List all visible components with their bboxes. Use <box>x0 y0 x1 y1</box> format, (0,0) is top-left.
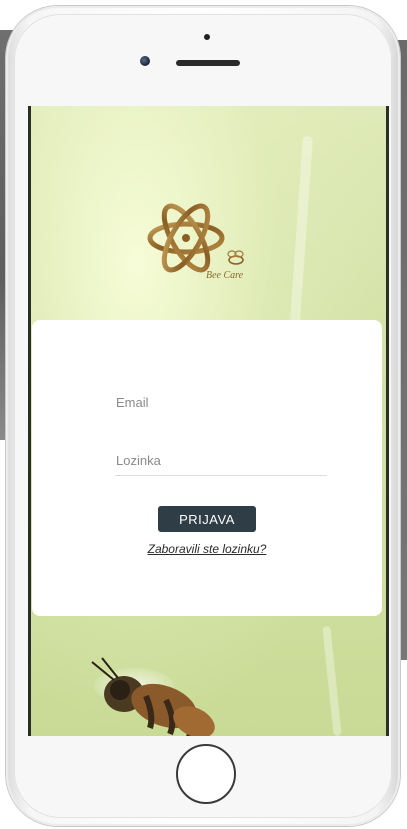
password-field[interactable] <box>115 446 327 476</box>
login-button[interactable]: PRIJAVA <box>158 506 256 532</box>
screen-edge-left <box>28 106 31 736</box>
login-card: PRIJAVA Zaboravili ste lozinku? <box>32 320 382 616</box>
bee-icon <box>91 657 215 736</box>
proximity-sensor <box>204 34 210 40</box>
forgot-password-link[interactable]: Zaboravili ste lozinku? <box>32 542 382 556</box>
earpiece-speaker <box>176 60 240 66</box>
front-camera <box>140 56 150 66</box>
email-field[interactable] <box>115 388 327 418</box>
home-button[interactable] <box>176 744 236 804</box>
device-mockup-scene: Bee Care PRIJAVA Zaboravili ste lozinku? <box>0 0 407 829</box>
app-screen: Bee Care PRIJAVA Zaboravili ste lozinku? <box>28 106 389 736</box>
background-grass-blade <box>322 625 342 736</box>
background-grass-blade <box>289 135 313 337</box>
screen-edge-right <box>386 106 389 736</box>
brand-name: Bee Care <box>206 270 244 281</box>
